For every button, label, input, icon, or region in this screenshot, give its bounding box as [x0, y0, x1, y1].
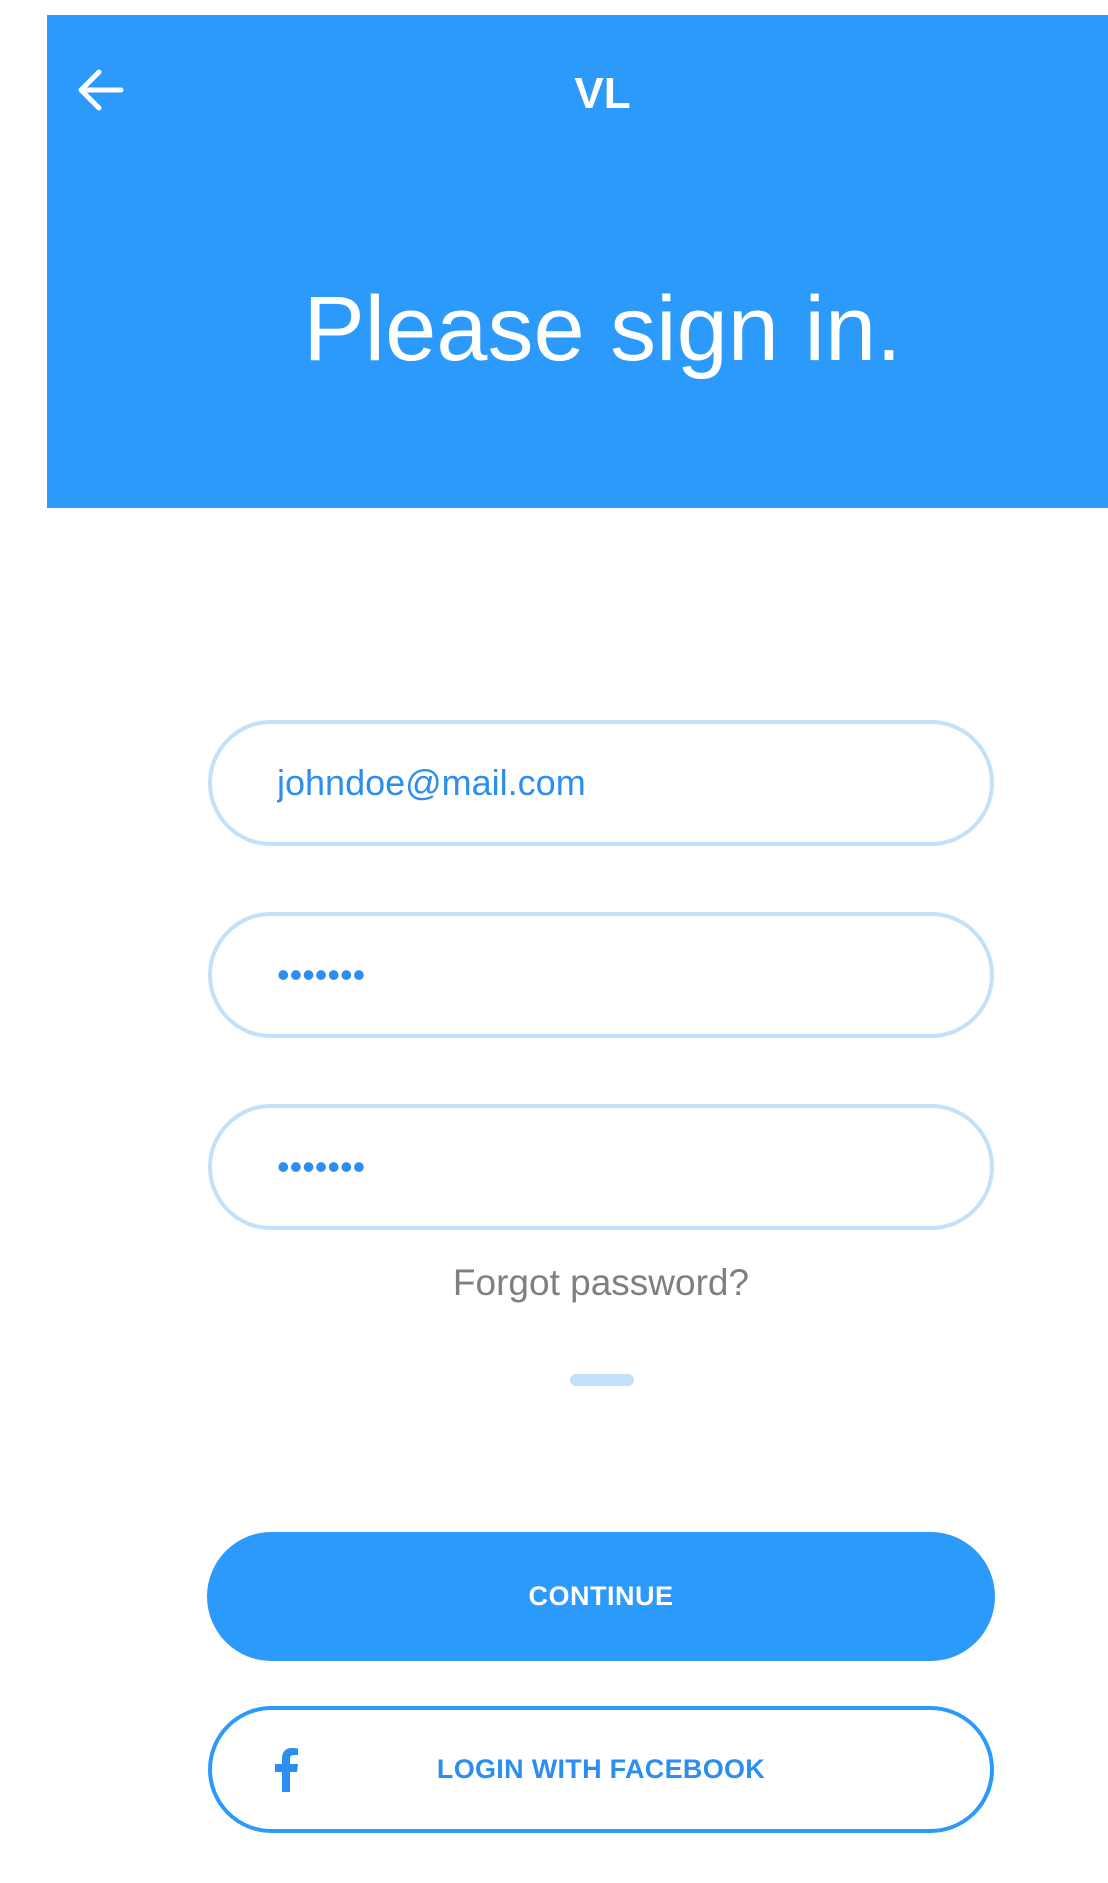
facebook-login-button[interactable]: LOGIN WITH FACEBOOK: [208, 1706, 994, 1833]
email-field[interactable]: [208, 720, 994, 846]
confirm-password-field[interactable]: [208, 1104, 994, 1230]
divider: [570, 1374, 634, 1386]
facebook-login-label: LOGIN WITH FACEBOOK: [436, 1754, 766, 1784]
continue-button[interactable]: CONTINUE: [207, 1532, 995, 1661]
page-title: Please sign in.: [303, 278, 902, 380]
password-field[interactable]: [208, 912, 994, 1038]
confirm-password-input[interactable]: [277, 1146, 990, 1188]
forgot-password-link[interactable]: Forgot password?: [0, 1262, 1108, 1304]
password-input[interactable]: [277, 954, 990, 996]
email-input[interactable]: [277, 762, 990, 804]
app-logo: VL: [574, 69, 631, 118]
header: VL Please sign in.: [47, 15, 1108, 508]
